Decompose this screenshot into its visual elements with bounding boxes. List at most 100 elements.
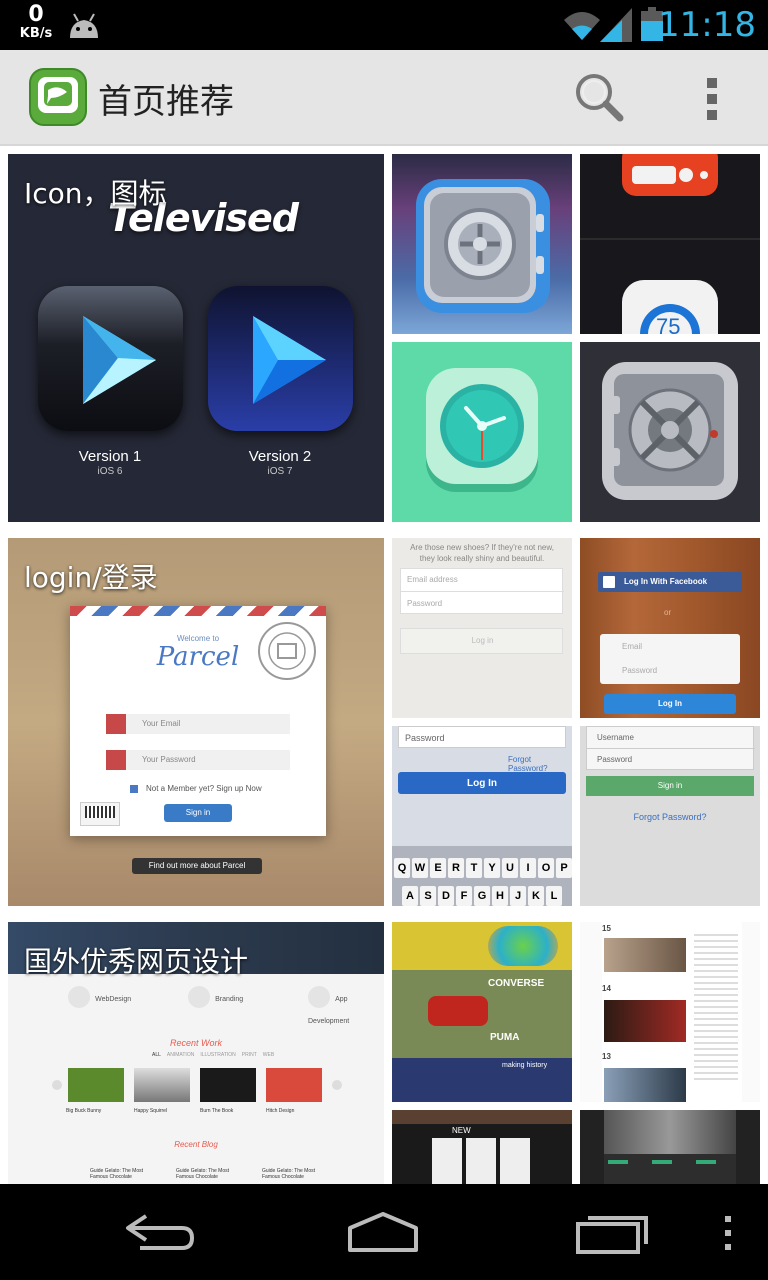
key[interactable]: Y [484, 858, 500, 878]
key[interactable]: K [528, 886, 544, 906]
app-logo-icon[interactable] [29, 68, 87, 128]
version-2-caption: Version 2 iOS 7 [200, 448, 360, 477]
key[interactable]: I [520, 858, 536, 878]
filter[interactable]: PRINT [242, 1052, 257, 1058]
product-card[interactable] [432, 1138, 462, 1184]
monitor-icon [68, 986, 90, 1008]
thumbnail-blog-layout[interactable]: 15 14 13 [580, 922, 760, 1102]
signin-button[interactable]: Sign in [586, 776, 754, 796]
recent-apps-icon[interactable] [566, 1206, 656, 1258]
brand-bubbles [488, 926, 558, 966]
email-placeholder[interactable]: Email address [407, 575, 458, 584]
login-label: Log In [658, 699, 682, 708]
key[interactable]: J [510, 886, 526, 906]
password-field[interactable]: Password [398, 726, 566, 748]
menu-icon[interactable] [716, 1216, 740, 1252]
clock-icon [426, 368, 538, 492]
filter[interactable]: ILLUSTRATION [200, 1052, 235, 1058]
password-field[interactable]: Your Password [106, 750, 290, 770]
search-icon[interactable] [572, 70, 628, 126]
key[interactable]: A [402, 886, 418, 906]
key[interactable]: E [430, 858, 446, 878]
key[interactable]: O [538, 858, 554, 878]
section-icon-tile[interactable]: Icon，图标 Televised Version 1 iOS 6 Versio… [8, 154, 384, 522]
work-thumb[interactable] [266, 1068, 322, 1102]
thumbnail-shoe-store[interactable]: NEW [392, 1110, 572, 1184]
thermostat-reading: 75 [656, 314, 681, 334]
work-filters: ALL ANIMATION ILLUSTRATION PRINT WEB [152, 1052, 274, 1058]
key[interactable]: F [456, 886, 472, 906]
filter[interactable]: ALL [152, 1052, 161, 1058]
thumbnail-vault[interactable] [580, 342, 760, 522]
lightbulb-icon [308, 986, 330, 1008]
key[interactable]: R [448, 858, 464, 878]
login-form: Email address Password [400, 568, 564, 614]
key[interactable]: U [502, 858, 518, 878]
caption-text: making history [502, 1062, 548, 1069]
key[interactable]: H [492, 886, 508, 906]
section-webdesign-tile[interactable]: 国外优秀网页设计 WebDesign Branding App Developm… [8, 922, 384, 1184]
email-field[interactable]: Your Email [106, 714, 290, 734]
back-icon[interactable] [116, 1206, 206, 1258]
key[interactable]: Q [394, 858, 410, 878]
member-checkbox[interactable] [130, 785, 138, 793]
key[interactable]: T [466, 858, 482, 878]
forgot-password-link[interactable]: Forgot Password? [580, 812, 760, 822]
work-title: Hitch Design [266, 1108, 295, 1114]
signin-button[interactable]: Sign in [164, 804, 232, 822]
thumbnail-login-shoes[interactable]: Are those new shoes? If they're not new,… [392, 538, 572, 718]
password-placeholder[interactable]: Password [407, 599, 442, 608]
home-icon[interactable] [338, 1206, 428, 1258]
post-image [604, 1068, 686, 1102]
thumbnail-radio-thermostat[interactable]: 75 [580, 154, 760, 334]
signin-label: Sign in [185, 808, 211, 817]
overflow-menu-icon[interactable] [690, 72, 734, 124]
thumbnail-login-username[interactable]: Username Password Sign in Forgot Passwor… [580, 726, 760, 906]
password-placeholder[interactable]: Password [622, 666, 657, 675]
post-date: 15 [602, 924, 611, 933]
thumbnail-dark-site[interactable] [580, 1110, 760, 1184]
feature-name: WebDesign [95, 996, 132, 1003]
thumbnail-sneaker-ad[interactable]: CONVERSE PUMA making history [392, 922, 572, 1102]
feature-item: Branding [188, 986, 268, 1027]
forgot-password-link[interactable]: Forgot Password? [508, 755, 572, 773]
login-button[interactable]: Log In [604, 694, 736, 714]
find-out-more-bar[interactable]: Find out more about Parcel [132, 858, 262, 874]
section-login-tile[interactable]: login/登录 Welcome to Parcel Your Email Yo… [8, 538, 384, 906]
key[interactable]: P [556, 858, 572, 878]
android-icon [70, 13, 98, 38]
next-arrow-icon[interactable] [332, 1080, 342, 1090]
key[interactable]: W [412, 858, 428, 878]
key[interactable]: L [546, 886, 562, 906]
feature-badge [652, 1160, 672, 1164]
key[interactable]: G [474, 886, 490, 906]
user-icon [106, 714, 126, 734]
feature-item: WebDesign [68, 986, 148, 1027]
parcel-card: Welcome to Parcel Your Email Your Passwo… [70, 606, 326, 836]
product-card[interactable] [500, 1138, 530, 1184]
key[interactable]: S [420, 886, 436, 906]
thumbnail-safe[interactable] [392, 154, 572, 334]
divider [401, 591, 564, 592]
clock: 11:18 [658, 5, 756, 45]
username-placeholder[interactable]: Username [597, 733, 634, 742]
thumbnail-login-keyboard[interactable]: Password Forgot Password? Log In Q W E R… [392, 726, 572, 906]
thumbnail-clock[interactable] [392, 342, 572, 522]
prev-arrow-icon[interactable] [52, 1080, 62, 1090]
work-thumb[interactable] [68, 1068, 124, 1102]
login-button[interactable]: Log in [400, 628, 563, 654]
facebook-login-button[interactable]: Log In With Facebook [598, 572, 742, 592]
login-button[interactable]: Log In [398, 772, 566, 794]
work-thumb[interactable] [134, 1068, 190, 1102]
key[interactable]: D [438, 886, 454, 906]
work-thumb[interactable] [200, 1068, 256, 1102]
product-card[interactable] [466, 1138, 496, 1184]
filter[interactable]: ANIMATION [167, 1052, 194, 1058]
key-icon [106, 750, 126, 770]
password-placeholder[interactable]: Password [597, 755, 632, 764]
filter[interactable]: WEB [263, 1052, 274, 1058]
email-placeholder[interactable]: Email [622, 642, 642, 651]
thumbnail-login-facebook[interactable]: Log In With Facebook or Email Password L… [580, 538, 760, 718]
flat-play-icon [208, 286, 353, 431]
navigation-bar [0, 1184, 768, 1280]
